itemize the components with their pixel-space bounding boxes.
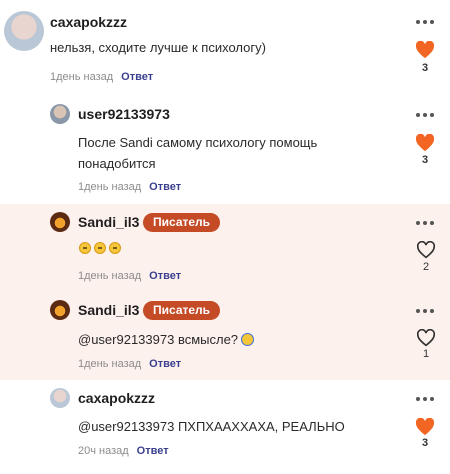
heart-filled-icon[interactable] [415,417,435,436]
screaming-face-icon [241,333,255,346]
like-count: 2 [422,261,430,273]
comment: caxapokzzz нельзя, сходите лучше к психо… [0,0,450,93]
comment: user92133973 После Sandi самому психолог… [0,93,450,204]
writer-badge: Писатель [143,301,221,320]
comment-meta: 1день назад Ответ [50,71,153,83]
comment-time: 1день назад [78,181,142,193]
more-options-icon[interactable] [416,112,434,118]
like-count: 3 [421,154,429,166]
comment-username[interactable]: caxapokzzz [50,14,127,30]
comment-text: нельзя, сходите лучше к психологу) [50,40,266,55]
comment-text: @user92133973 ПХПХААХХАХА, РЕАЛЬНО [78,419,345,434]
like-count: 3 [421,62,429,74]
comment-meta: 1день назад Ответ [78,358,181,370]
comment-username[interactable]: caxapokzzz [78,390,155,406]
comment-text-wrap: @user92133973 всмысле? [78,329,255,350]
pleading-face-icon [79,242,91,254]
comment-meta: 1день назад Ответ [78,181,181,193]
comment-time: 1день назад [78,270,142,282]
comment-text: @user92133973 всмысле? [78,332,239,347]
more-options-icon[interactable] [416,308,434,314]
pleading-face-icon [94,242,106,254]
pleading-face-icon [109,242,121,254]
comment-username[interactable]: Sandi_il3 [78,302,139,318]
comment-meta: 20ч назад Ответ [78,445,169,457]
reply-button[interactable]: Ответ [149,270,181,282]
author-avatar[interactable] [50,300,70,320]
user-avatar[interactable] [50,388,70,408]
author-avatar[interactable] [50,212,70,232]
user-avatar[interactable] [4,11,44,51]
comment: caxapokzzz @user92133973 ПХПХААХХАХА, РЕ… [0,380,450,474]
comment-author-highlighted: Sandi_il3 Писатель @user92133973 всмысле… [0,291,450,380]
like-count: 1 [422,348,430,360]
reply-button[interactable]: Ответ [137,445,169,457]
reply-button[interactable]: Ответ [149,181,181,193]
comment-emojis [79,238,124,259]
comment-time: 1день назад [78,358,142,370]
heart-outline-icon[interactable] [416,240,436,259]
writer-badge: Писатель [143,213,221,232]
like-count: 3 [421,437,429,449]
comment-username[interactable]: user92133973 [78,106,170,122]
comment-author-highlighted: Sandi_il3 Писатель 2 1день назад Ответ [0,204,450,291]
comment-username[interactable]: Sandi_il3 [78,214,139,230]
heart-filled-icon[interactable] [415,40,435,59]
heart-outline-icon[interactable] [416,328,436,347]
more-options-icon[interactable] [416,220,434,226]
comment-text: После Sandi самому психологу помощь пона… [78,135,318,171]
reply-button[interactable]: Ответ [149,358,181,370]
reply-button[interactable]: Ответ [121,71,153,83]
heart-filled-icon[interactable] [415,133,435,152]
user-avatar[interactable] [50,104,70,124]
more-options-icon[interactable] [416,396,434,402]
more-options-icon[interactable] [416,19,434,25]
comment-meta: 1день назад Ответ [78,270,181,282]
comment-time: 1день назад [50,71,114,83]
comment-time: 20ч назад [78,445,129,457]
